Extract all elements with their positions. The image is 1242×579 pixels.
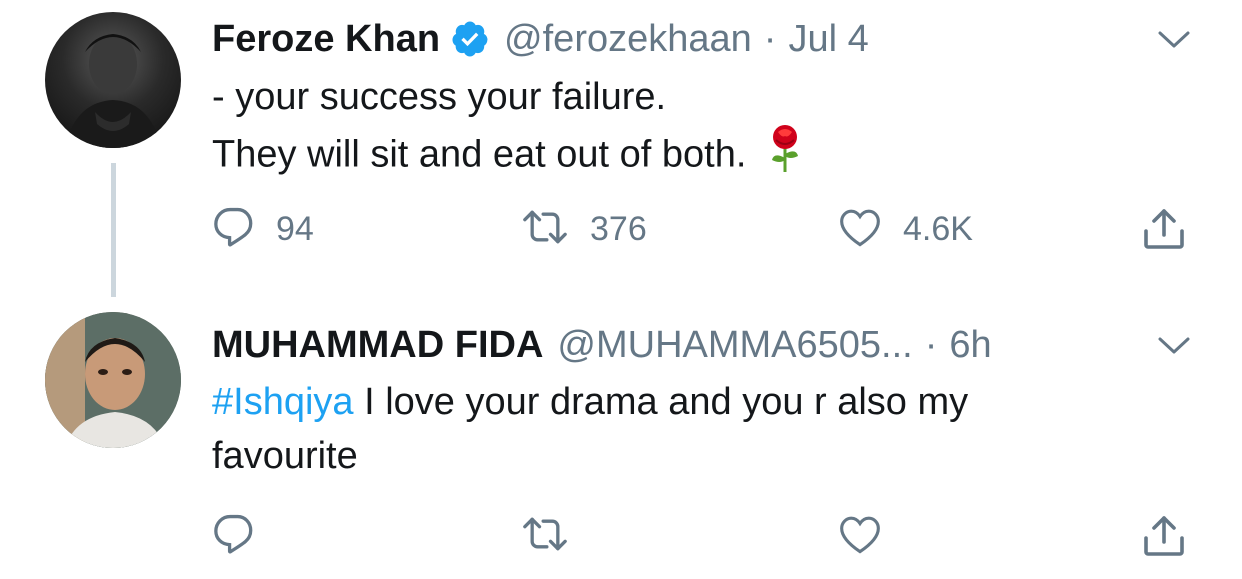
tweet-actions	[0, 512, 1242, 562]
separator-dot: ·	[924, 323, 938, 366]
like-count: 4.6K	[903, 210, 973, 248]
display-name[interactable]: MUHAMMAD FIDA	[212, 324, 543, 367]
avatar-image	[45, 312, 181, 448]
retweet-icon	[520, 205, 570, 254]
share-button[interactable]	[1140, 205, 1188, 258]
tweet-header: MUHAMMAD FIDA @MUHAMMA6505... · 6h	[212, 320, 992, 370]
retweet-button[interactable]: 376	[520, 205, 647, 254]
chevron-down-icon[interactable]	[1156, 334, 1192, 358]
heart-icon	[837, 205, 883, 254]
tweet-text-line: - your success your failure.	[212, 76, 667, 118]
reply-button[interactable]: 94	[212, 205, 314, 254]
reply-icon	[212, 512, 256, 561]
hashtag-link[interactable]: #Ishqiya	[212, 381, 354, 423]
avatar[interactable]	[45, 312, 181, 448]
reply-icon	[212, 205, 256, 254]
share-icon	[1140, 205, 1188, 258]
tweet-feroze-khan[interactable]: Feroze Khan @ferozekhaan · Jul 4 - your …	[0, 0, 1242, 300]
heart-icon	[837, 512, 883, 561]
separator-dot: ·	[763, 17, 777, 60]
rose-icon	[768, 124, 802, 189]
display-name[interactable]: Feroze Khan	[212, 18, 440, 61]
retweet-icon	[520, 512, 570, 561]
tweet-text: - your success your failure. They will s…	[212, 70, 802, 189]
timestamp[interactable]: Jul 4	[788, 18, 868, 61]
avatar-image	[65, 34, 161, 148]
share-icon	[1140, 512, 1188, 565]
avatar[interactable]	[45, 12, 181, 148]
share-button[interactable]	[1140, 512, 1188, 565]
chevron-down-icon[interactable]	[1156, 28, 1192, 52]
tweet-muhammad-fida[interactable]: MUHAMMAD FIDA @MUHAMMA6505... · 6h #Ishq…	[0, 300, 1242, 579]
retweet-button[interactable]	[520, 512, 570, 561]
handle[interactable]: @ferozekhaan	[504, 18, 752, 61]
reply-count: 94	[276, 210, 314, 248]
like-button[interactable]: 4.6K	[837, 205, 973, 254]
retweet-count: 376	[590, 210, 647, 248]
tweet-text-line-content: They will sit and eat out of both.	[212, 133, 747, 176]
tweet-text-line: They will sit and eat out of both.	[212, 124, 802, 189]
like-button[interactable]	[837, 512, 883, 561]
reply-button[interactable]	[212, 512, 256, 561]
verified-badge-icon	[450, 19, 490, 59]
timestamp[interactable]: 6h	[949, 324, 991, 367]
tweet-header: Feroze Khan @ferozekhaan · Jul 4	[212, 14, 869, 64]
tweet-actions: 94 376 4.6K	[0, 205, 1242, 255]
tweet-text: #Ishqiya I love your drama and you r als…	[212, 375, 1112, 483]
handle[interactable]: @MUHAMMA6505...	[557, 324, 912, 367]
